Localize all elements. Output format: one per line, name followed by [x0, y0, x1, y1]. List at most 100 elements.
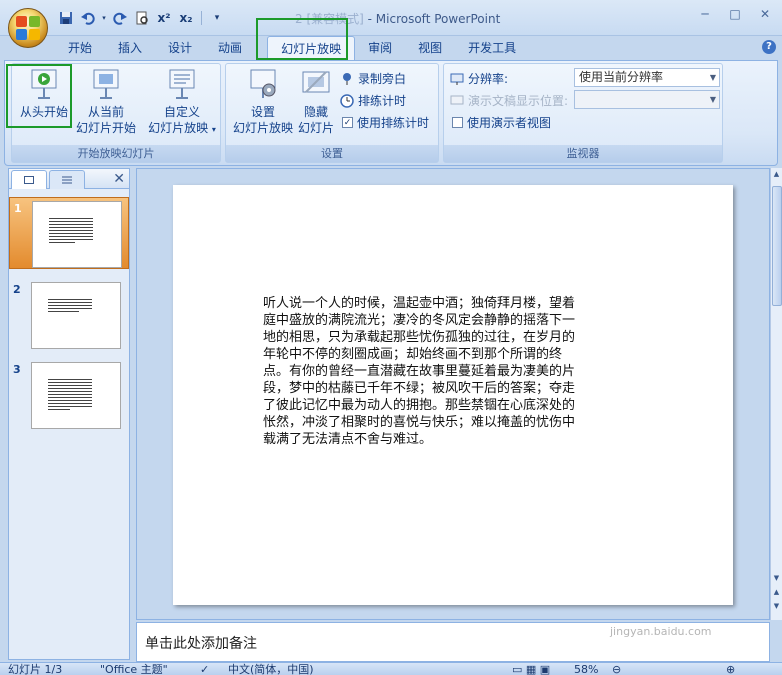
zoom-in-icon[interactable]: ⊕ — [726, 663, 735, 675]
zoom-level[interactable]: 58% — [574, 663, 598, 675]
ribbon-tabs: 开始 插入 设计 动画 幻灯片放映 审阅 视图 开发工具 — [55, 36, 529, 60]
tab-animations[interactable]: 动画 — [205, 36, 255, 60]
help-icon[interactable]: ? — [762, 40, 776, 54]
tab-view[interactable]: 视图 — [405, 36, 455, 60]
superscript-icon[interactable]: x² — [154, 9, 174, 27]
unchecked-box-icon — [452, 117, 463, 128]
redo-icon[interactable] — [110, 9, 130, 27]
monitor-icon — [450, 73, 464, 85]
group-label-start-show: 开始放映幻灯片 — [12, 145, 220, 162]
window-title: 2 [兼容模式] - Microsoft PowerPoint — [295, 10, 500, 27]
tab-review[interactable]: 审阅 — [355, 36, 405, 60]
resolution-label: 分辨率: — [468, 72, 509, 86]
slide-preview — [31, 282, 121, 349]
slide-thumbnail[interactable]: 1 — [9, 197, 129, 269]
resolution-label-row: 分辨率: — [450, 70, 508, 87]
slide-thumb-icon — [24, 176, 34, 184]
hide-slide-label-1: 隐藏 — [303, 105, 328, 119]
slide-number: 3 — [13, 363, 21, 376]
resolution-value: 使用当前分辨率 — [579, 70, 664, 84]
view-buttons[interactable]: ▭ ▦ ▣ — [512, 663, 550, 675]
group-start-slide-show: 从头开始 从当前 幻灯片开始 自定义 幻灯片放映 ▾ 开始放映幻灯片 — [11, 63, 221, 163]
scroll-thumb[interactable] — [772, 186, 782, 306]
vertical-scrollbar[interactable]: ▲ ▼ ▲ ▼ — [770, 168, 782, 620]
tab-design[interactable]: 设计 — [155, 36, 205, 60]
group-monitors: 分辨率: 使用当前分辨率 ▼ 演示文稿显示位置: ▼ 使用演示者视图 监视器 — [443, 63, 723, 163]
scroll-up-icon[interactable]: ▲ — [771, 170, 782, 182]
group-label-monitors: 监视器 — [444, 145, 722, 162]
custom-show-label-2-text: 幻灯片放映 — [148, 121, 209, 135]
from-current-label-1: 从当前 — [87, 105, 124, 119]
use-timings-label: 使用排练计时 — [357, 116, 430, 130]
close-icon[interactable]: ✕ — [113, 171, 125, 187]
show-on-label: 演示文稿显示位置: — [468, 94, 569, 108]
subscript-icon[interactable]: x₂ — [176, 9, 196, 27]
scroll-down-icon[interactable]: ▼ — [771, 574, 782, 586]
zoom-out-icon[interactable]: ⊖ — [612, 663, 621, 675]
monitor-disabled-icon — [450, 95, 464, 104]
slide-body-text[interactable]: 听人说一个人的时候，温起壶中酒；独倚拜月楼，望着庭中盛放的满院流光；凄冷的冬风定… — [263, 295, 575, 448]
previous-slide-icon[interactable]: ▲ — [771, 588, 782, 600]
setup-show-button[interactable]: 设置 幻灯片放映 — [228, 68, 298, 136]
slide-editor: 听人说一个人的时候，温起壶中酒；独倚拜月楼，望着庭中盛放的满院流光；凄冷的冬风定… — [136, 168, 770, 620]
minimize-icon[interactable]: ─ — [694, 6, 716, 22]
slide-preview — [32, 201, 122, 268]
save-icon[interactable] — [56, 9, 76, 27]
tab-developer[interactable]: 开发工具 — [455, 36, 529, 60]
from-current-slide-button[interactable]: 从当前 幻灯片开始 — [74, 68, 138, 136]
record-narration-label: 录制旁白 — [358, 72, 407, 86]
slide-preview — [31, 362, 121, 429]
print-preview-icon[interactable] — [132, 9, 152, 27]
hide-slide-icon — [300, 68, 332, 100]
custom-slide-show-button[interactable]: 自定义 幻灯片放映 ▾ — [146, 68, 218, 138]
presenter-view-checkbox[interactable]: 使用演示者视图 — [452, 114, 551, 131]
show-on-label-row: 演示文稿显示位置: — [450, 92, 568, 109]
undo-icon[interactable] — [78, 9, 98, 27]
slide-thumbnail[interactable]: 2 — [9, 279, 129, 351]
current-slide[interactable]: 听人说一个人的时候，温起壶中酒；独倚拜月楼，望着庭中盛放的满院流光；凄冷的冬风定… — [173, 185, 733, 605]
pane-tabs: ✕ — [9, 169, 129, 189]
window-controls: ─ □ ✕ — [694, 6, 776, 22]
rehearse-timings-button[interactable]: 排练计时 — [340, 92, 406, 109]
play-from-current-icon — [90, 68, 122, 100]
use-timings-checkbox[interactable]: ✓ 使用排练计时 — [342, 114, 429, 131]
resolution-dropdown[interactable]: 使用当前分辨率 ▼ — [574, 68, 720, 87]
undo-dropdown-icon[interactable]: ▾ — [100, 9, 108, 27]
outline-icon — [62, 176, 72, 184]
from-beginning-button[interactable]: 从头开始 — [16, 68, 72, 120]
notes-placeholder: 单击此处添加备注 — [145, 636, 257, 652]
quick-access-toolbar: ▾ x² x₂ ▾ — [56, 9, 227, 27]
from-beginning-label: 从头开始 — [19, 105, 68, 119]
record-narration-button[interactable]: 录制旁白 — [340, 70, 406, 87]
tab-slide-show[interactable]: 幻灯片放映 — [267, 36, 356, 60]
group-label-setup: 设置 — [226, 145, 438, 162]
group-setup: 设置 幻灯片放映 隐藏 幻灯片 录制旁白 排练计时 ✓ 使用排练计时 设置 — [225, 63, 439, 163]
tab-insert[interactable]: 插入 — [105, 36, 155, 60]
next-slide-icon[interactable]: ▼ — [771, 602, 782, 614]
slides-tab[interactable] — [11, 170, 47, 189]
microphone-icon — [343, 72, 351, 85]
customize-qat-icon[interactable]: ▾ — [207, 9, 227, 27]
maximize-icon[interactable]: □ — [724, 6, 746, 22]
custom-show-label-1: 自定义 — [163, 105, 200, 119]
chevron-down-icon: ▼ — [709, 73, 716, 82]
office-button[interactable] — [8, 8, 48, 48]
title-bar: ▾ x² x₂ ▾ 2 [兼容模式] - Microsoft PowerPoin… — [0, 0, 782, 36]
slide-position: 幻灯片 1/3 — [8, 663, 63, 675]
spell-check-icon[interactable]: ✓ — [200, 663, 209, 675]
slide-thumbnail[interactable]: 3 — [9, 359, 129, 431]
setup-show-label-1: 设置 — [250, 105, 275, 119]
play-from-start-icon — [28, 68, 60, 100]
show-on-dropdown: ▼ — [574, 90, 720, 109]
hide-slide-button[interactable]: 隐藏 幻灯片 — [294, 68, 338, 136]
qat-separator — [201, 11, 202, 25]
rehearse-timings-label: 排练计时 — [358, 94, 407, 108]
slide-number: 2 — [13, 283, 21, 296]
language: 中文(简体，中国) — [228, 663, 314, 675]
chevron-down-icon: ▾ — [211, 125, 216, 134]
watermark-url: jingyan.baidu.com — [610, 625, 712, 638]
custom-show-icon — [166, 68, 198, 100]
close-icon[interactable]: ✕ — [754, 6, 776, 22]
outline-tab[interactable] — [49, 170, 85, 189]
tab-home[interactable]: 开始 — [55, 36, 105, 60]
